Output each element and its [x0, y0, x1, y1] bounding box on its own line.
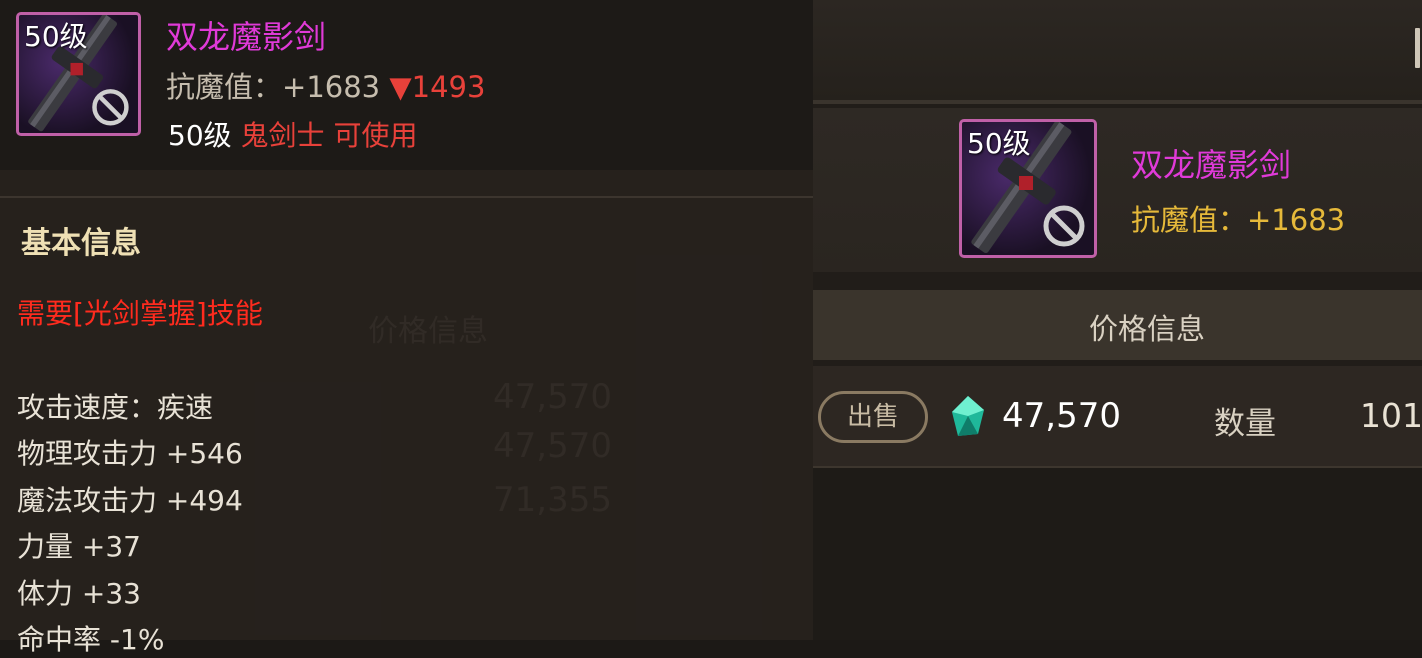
tooltip-item-icon: 50级	[16, 12, 141, 136]
divider	[813, 100, 1422, 104]
quantity-label: 数量	[1214, 406, 1276, 442]
req-class: 鬼剑士	[240, 119, 325, 152]
tooltip-requirement: 50级 鬼剑士 可使用	[168, 114, 417, 154]
tooltip-level-badge: 50级	[24, 20, 88, 53]
attr-stamina: 体力 +33	[17, 577, 141, 610]
lower-panel	[813, 468, 1422, 640]
attr-physical-attack: 物理攻击力 +546	[17, 437, 243, 470]
ghost-price-1: 47,570	[493, 377, 612, 417]
item-icon[interactable]: 50级	[959, 119, 1097, 258]
req-usable: 可使用	[333, 119, 418, 152]
skill-requirement: 需要[光剑掌握]技能	[17, 297, 263, 330]
ghost-header: 价格信息	[368, 314, 488, 349]
sell-button[interactable]: 出售	[818, 391, 928, 443]
req-level: 50级	[168, 119, 232, 152]
price-section-title: 价格信息	[1089, 312, 1206, 346]
divider	[0, 196, 813, 198]
resist-stat: 抗魔值：+1683	[1131, 203, 1346, 237]
ghost-price-2: 47,570	[493, 426, 612, 466]
item-tooltip: 价格信息 47,570 47,570 71,355 50级 双龙魔影剑 抗魔值：…	[0, 0, 813, 656]
attr-attack-speed: 攻击速度：疾速	[17, 391, 214, 424]
store-top-bar	[813, 0, 1422, 100]
ghost-price-3: 71,355	[493, 480, 612, 520]
section-title: 基本信息	[21, 226, 141, 261]
price-value: 47,570	[1002, 396, 1121, 436]
attr-magic-attack: 魔法攻击力 +494	[17, 484, 243, 517]
resist-label: 抗魔值：	[166, 70, 283, 104]
resist-drop-value: 1493	[411, 70, 486, 104]
item-level-badge: 50级	[967, 127, 1031, 160]
attr-hit-rate: 命中率 -1%	[17, 623, 165, 656]
gem-icon	[952, 396, 984, 436]
attr-strength: 力量 +37	[17, 530, 141, 563]
quantity-value: 101	[1360, 396, 1422, 435]
resist-value: +1683	[282, 70, 381, 104]
tooltip-resist-stat: 抗魔值：+1683 ▼1493	[166, 64, 485, 106]
item-summary-panel	[813, 108, 1422, 272]
store-edge-marker	[1415, 28, 1420, 68]
item-name: 双龙魔影剑	[1131, 146, 1292, 184]
resist-drop-arrow: ▼	[389, 70, 412, 104]
tooltip-item-name: 双龙魔影剑	[166, 18, 327, 56]
